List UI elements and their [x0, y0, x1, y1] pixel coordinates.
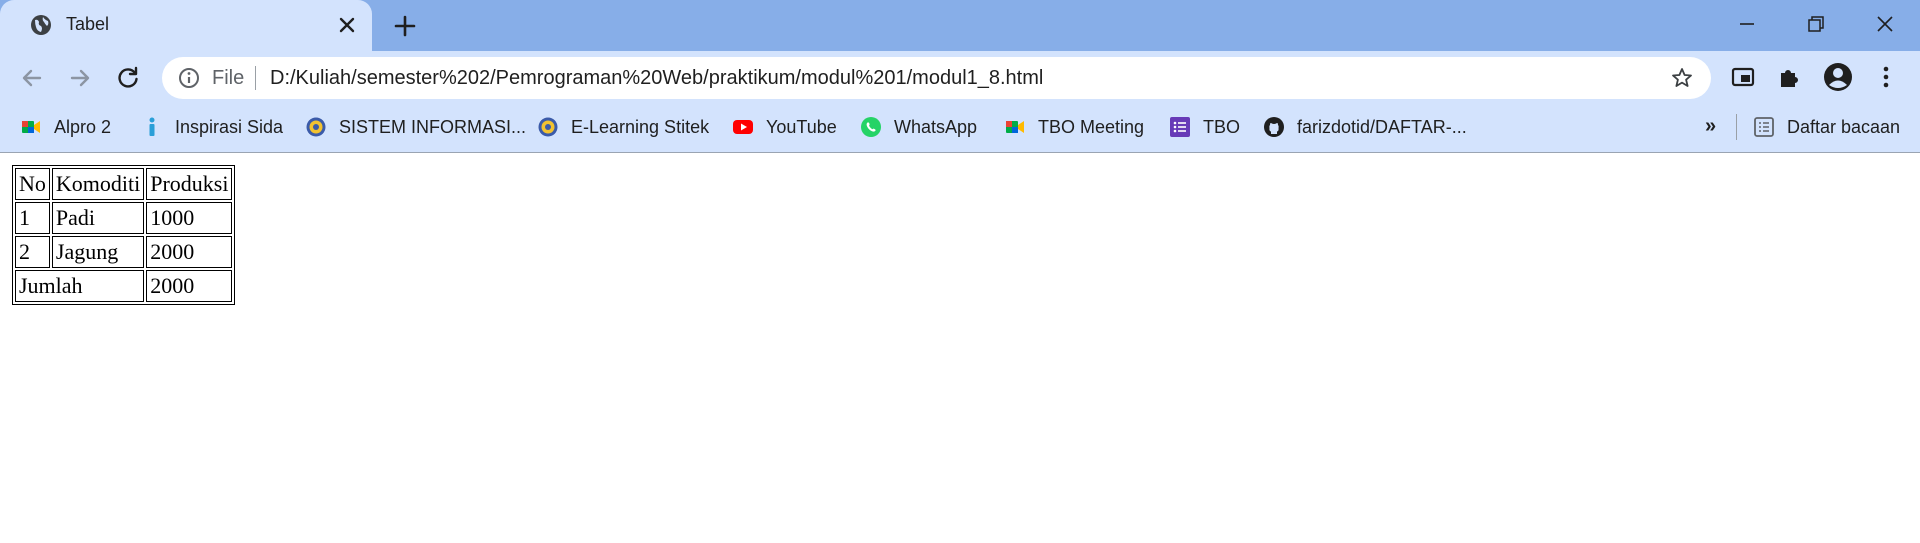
header-cell-produksi: Produksi: [146, 168, 233, 200]
scheme-label: File: [212, 67, 245, 89]
github-icon: [1264, 117, 1284, 137]
globe-icon: [31, 15, 51, 35]
new-tab-icon[interactable]: [392, 13, 418, 39]
table-cell: 2000: [146, 236, 233, 268]
address-divider: [255, 66, 256, 90]
close-window-icon[interactable]: [1871, 10, 1899, 38]
picture-in-picture-icon[interactable]: [1728, 62, 1758, 92]
bookmark-label: YouTube: [766, 116, 837, 137]
bookmark-tbo[interactable]: TBO: [1169, 113, 1240, 141]
close-tab-icon[interactable]: [336, 14, 358, 36]
table-cell: 1: [15, 202, 50, 234]
page-content: No Komoditi Produksi 1 Padi 1000 2 Jagun…: [0, 153, 1920, 543]
table-total-row: Jumlah 2000: [15, 270, 233, 302]
more-bookmarks-button[interactable]: »: [1705, 115, 1716, 138]
google-forms-icon: [1170, 117, 1190, 137]
bookmark-label: TBO Meeting: [1038, 116, 1145, 137]
bookmark-alpro-2[interactable]: Alpro 2: [20, 113, 111, 141]
tab-strip: Tabel: [0, 0, 1920, 51]
bookmark-label: SISTEM INFORMASI...: [339, 116, 527, 137]
bookmark-whatsapp[interactable]: WhatsApp: [860, 113, 977, 141]
reading-list-label: Daftar bacaan: [1787, 116, 1901, 137]
reading-list-button[interactable]: Daftar bacaan: [1753, 113, 1900, 141]
bookmark-label: Alpro 2: [54, 116, 112, 137]
bookmark-farizdotid[interactable]: farizdotid/DAFTAR-...: [1263, 113, 1467, 141]
forward-icon[interactable]: [66, 64, 94, 92]
campus-logo-icon: [538, 117, 558, 137]
bookmarks-divider: [1736, 114, 1737, 140]
minimize-icon[interactable]: [1733, 10, 1761, 38]
url-text[interactable]: D:/Kuliah/semester%202/Pemrograman%20Web…: [270, 67, 1043, 90]
reading-list-icon: [1754, 117, 1774, 137]
bookmark-youtube[interactable]: YouTube: [732, 113, 837, 141]
bookmark-label: E-Learning Stitek: [571, 116, 710, 137]
total-value-cell: 2000: [146, 270, 233, 302]
header-cell-no: No: [15, 168, 50, 200]
data-table: No Komoditi Produksi 1 Padi 1000 2 Jagun…: [12, 165, 236, 305]
profile-avatar-icon[interactable]: [1823, 62, 1853, 92]
table-row: 2 Jagung 2000: [15, 236, 233, 268]
table-row: 1 Padi 1000: [15, 202, 233, 234]
bookmark-sistem-informasi[interactable]: SISTEM INFORMASI...: [305, 113, 526, 141]
bookmark-label: farizdotid/DAFTAR-...: [1297, 116, 1467, 137]
bookmark-tbo-meeting[interactable]: TBO Meeting: [1004, 113, 1144, 141]
address-bar[interactable]: File D:/Kuliah/semester%202/Pemrograman%…: [162, 57, 1711, 99]
restore-icon[interactable]: [1802, 10, 1830, 38]
bookmark-e-learning-stitek[interactable]: E-Learning Stitek: [537, 113, 709, 141]
youtube-icon: [733, 120, 753, 134]
whatsapp-icon: [861, 117, 881, 137]
bookmark-star-icon[interactable]: [1670, 66, 1694, 90]
toolbar: File D:/Kuliah/semester%202/Pemrograman%…: [0, 51, 1920, 105]
bookmark-label: TBO: [1203, 116, 1241, 137]
table-cell: Padi: [51, 202, 145, 234]
campus-logo-icon: [306, 117, 326, 137]
back-icon[interactable]: [18, 64, 46, 92]
google-meet-icon: [22, 121, 40, 133]
table-cell: 1000: [146, 202, 233, 234]
menu-kebab-icon[interactable]: [1871, 62, 1901, 92]
bookmarks-bar: Alpro 2 Inspirasi Sida SISTEM INFORMASI.…: [0, 105, 1920, 153]
info-figure-icon: [149, 117, 155, 136]
table-header-row: No Komoditi Produksi: [15, 168, 233, 200]
google-meet-icon: [1006, 121, 1024, 133]
table-cell: Jagung: [51, 236, 145, 268]
active-tab[interactable]: Tabel: [0, 0, 372, 51]
bookmark-label: Inspirasi Sida: [175, 116, 284, 137]
total-label-cell: Jumlah: [15, 270, 145, 302]
table-cell: 2: [15, 236, 50, 268]
extensions-icon[interactable]: [1775, 62, 1805, 92]
bookmark-label: WhatsApp: [894, 116, 978, 137]
header-cell-komoditi: Komoditi: [51, 168, 145, 200]
tab-title: Tabel: [66, 14, 110, 34]
bookmark-inspirasi-sida[interactable]: Inspirasi Sida: [141, 113, 283, 141]
info-icon[interactable]: [178, 67, 200, 89]
reload-icon[interactable]: [114, 64, 142, 92]
